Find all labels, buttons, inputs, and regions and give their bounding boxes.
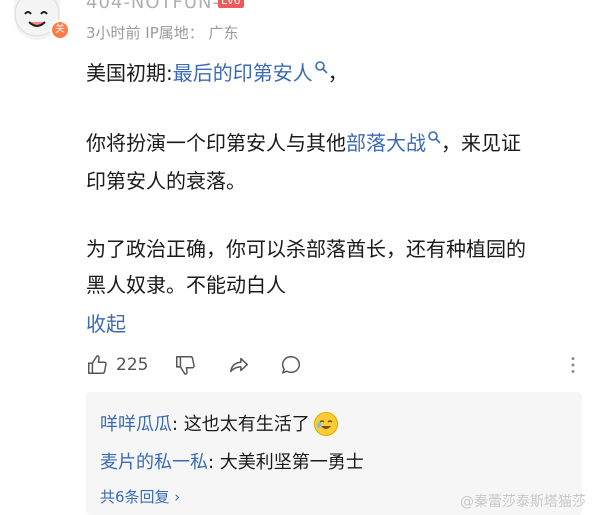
watermark: @秦蕾莎泰斯塔猫莎	[460, 494, 586, 510]
comment-actions: 225	[86, 348, 586, 382]
comment-text: 美国初期:	[86, 61, 173, 85]
search-icon	[314, 61, 328, 74]
comment-line-3: 印第安人的衰落。	[86, 169, 246, 193]
collapse-link[interactable]: 收起	[86, 308, 126, 337]
level-badge: Lv6	[218, 0, 244, 8]
dislike-button[interactable]	[174, 348, 196, 382]
more-vertical-icon	[571, 357, 575, 373]
share-icon	[230, 357, 248, 373]
username[interactable]: 404-NOTFUN-	[86, 0, 220, 13]
topic-link-label: 部落大战	[346, 131, 426, 155]
reply-button[interactable]	[280, 348, 302, 382]
avatar-badge: 关	[50, 20, 70, 40]
reply-author[interactable]: 麦片的私一私	[100, 452, 208, 473]
comment-line-5: 黑人奴隶。不能动白人	[86, 273, 286, 297]
view-more-replies-link[interactable]: 共6条回复 ›	[100, 486, 180, 507]
share-button[interactable]	[228, 348, 250, 382]
comment-bubble-icon	[281, 356, 301, 374]
laughing-emoji-icon	[313, 412, 338, 436]
comment-line-1: 美国初期:最后的印第安人 ，	[86, 58, 348, 88]
more-options-button[interactable]	[562, 348, 584, 382]
comment-meta: 3小时前 IP属地： 广东	[86, 24, 239, 42]
reply-author[interactable]: 咩咩瓜瓜	[100, 414, 172, 435]
like-count: 225	[116, 355, 149, 375]
topic-link-label: 最后的印第安人	[172, 61, 313, 85]
comment-line-4: 为了政治正确，你可以杀部落酋长，还有种植园的	[86, 237, 526, 261]
topic-link-tribe-war[interactable]: 部落大战	[346, 131, 441, 155]
like-button[interactable]: 225	[86, 348, 148, 382]
thumbs-down-icon	[176, 356, 195, 375]
reply-item[interactable]: 咩咩瓜瓜: 这也太有生活了	[100, 412, 338, 438]
comment-text: ，	[327, 61, 348, 85]
comment-text: 你将扮演一个印第安人与其他	[86, 131, 346, 155]
avatar[interactable]: 关	[14, 0, 70, 40]
thumbs-up-icon	[88, 355, 107, 374]
topic-link-last-indian[interactable]: 最后的印第安人	[173, 61, 328, 85]
comment-line-2: 你将扮演一个印第安人与其他部落大战 ，来见证	[86, 128, 521, 158]
search-icon	[428, 131, 441, 144]
reply-item[interactable]: 麦片的私一私: 大美利坚第一勇士	[100, 450, 364, 476]
comment-text: ，来见证	[441, 131, 521, 155]
reply-text: 这也太有生活了	[183, 414, 310, 435]
reply-text: 大美利坚第一勇士	[219, 452, 364, 473]
